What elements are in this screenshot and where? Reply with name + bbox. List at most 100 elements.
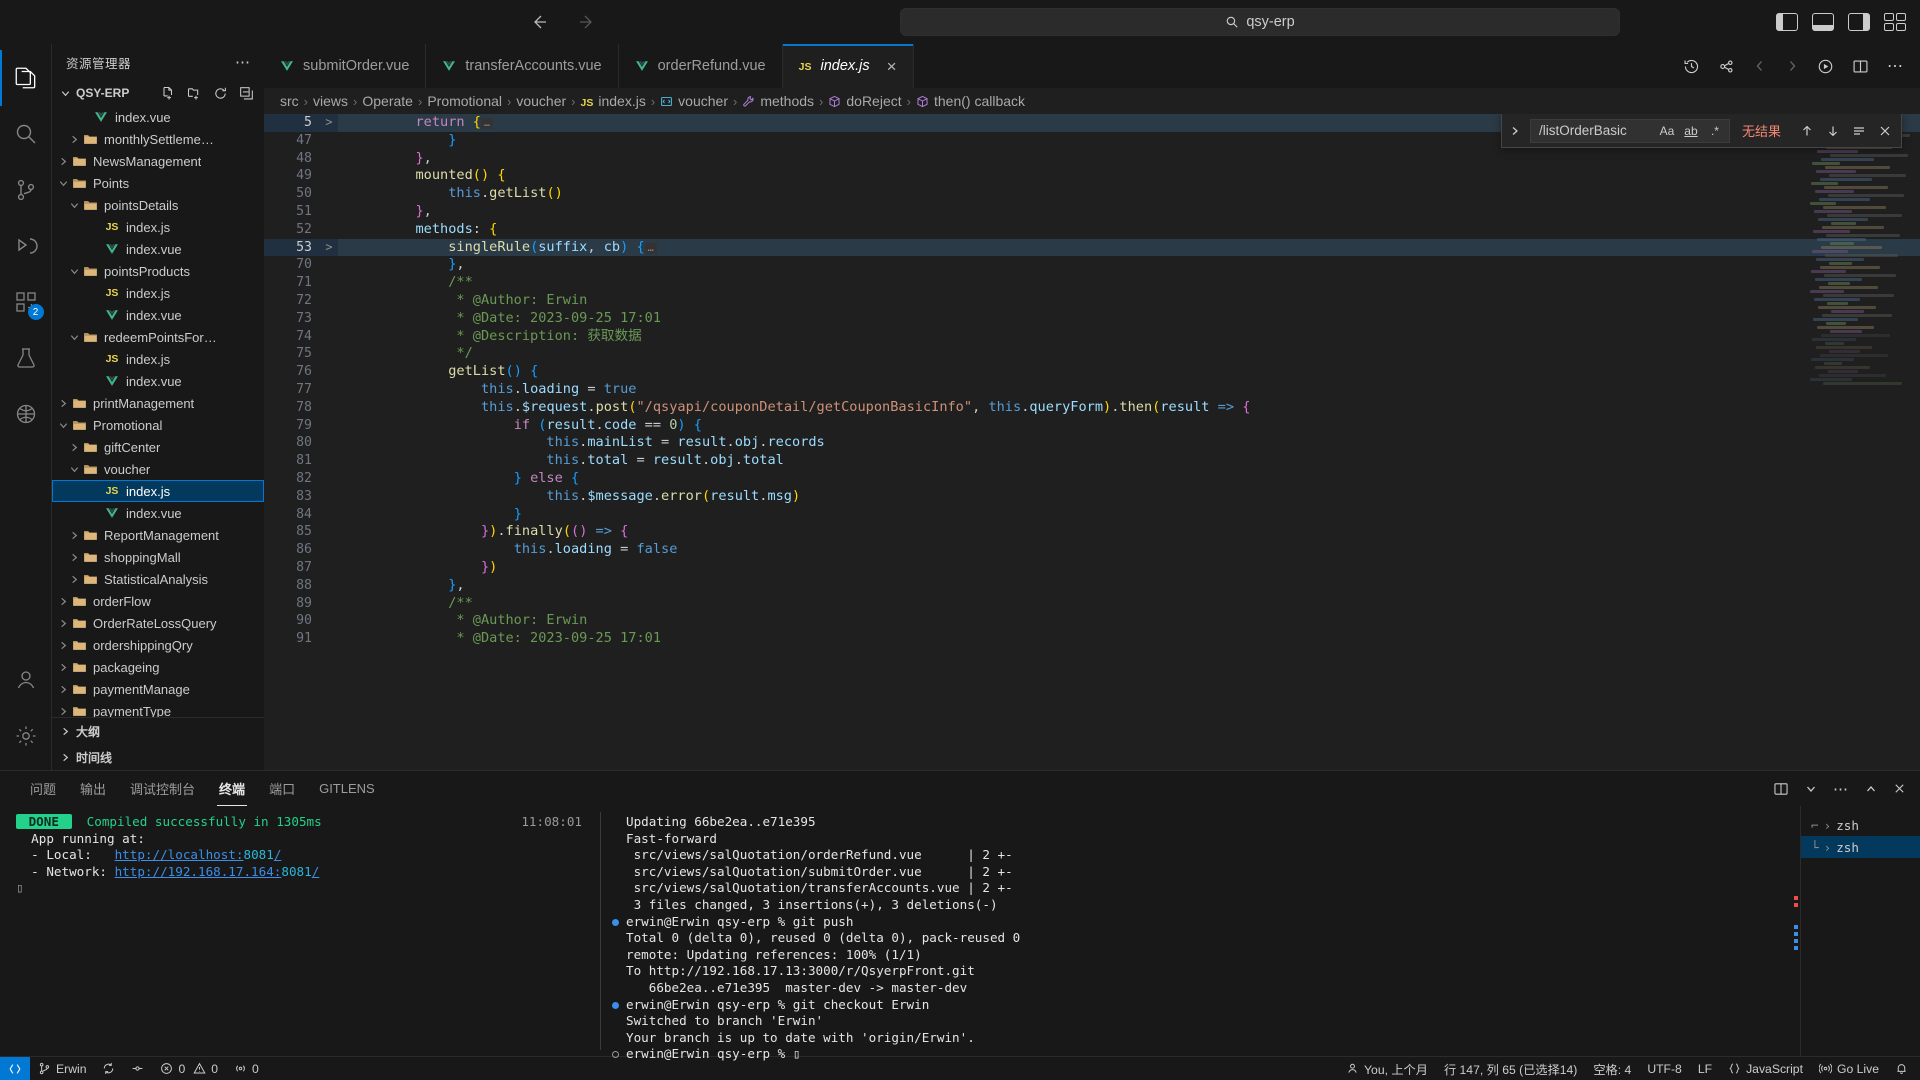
arrow-up-icon[interactable]: [1797, 121, 1817, 141]
command-center-search[interactable]: qsy-erp: [900, 8, 1620, 36]
file-tree-item[interactable]: printManagement: [52, 392, 264, 414]
code-line[interactable]: * @Date: 2023-09-25 17:01: [338, 630, 1920, 648]
activity-bar-item-remote-explorer[interactable]: [0, 386, 52, 442]
panel-tab[interactable]: 调试控制台: [118, 771, 207, 806]
terminal-tab-active[interactable]: └ › zsh: [1801, 836, 1920, 858]
code-line[interactable]: /**: [338, 274, 1920, 292]
file-tree-item[interactable]: StatisticalAnalysis: [52, 568, 264, 590]
editor-tab[interactable]: orderRefund.vue: [618, 44, 783, 88]
new-file-icon[interactable]: [161, 86, 176, 101]
new-folder-icon[interactable]: [187, 86, 202, 101]
toggle-replace-icon[interactable]: [1506, 125, 1524, 137]
code-line[interactable]: this.loading = false: [338, 541, 1920, 559]
file-tree-item-selected[interactable]: JS index.js: [52, 480, 264, 502]
breadcrumb[interactable]: src › views › Operate › Promotional › voucher › JS…: [264, 88, 1920, 114]
file-tree-item[interactable]: NewsManagement: [52, 150, 264, 172]
arrow-left-icon[interactable]: [526, 9, 552, 35]
status-problems[interactable]: 0 0: [152, 1057, 226, 1080]
file-tree-item[interactable]: index.vue: [52, 502, 264, 524]
split-editor-icon[interactable]: [1852, 58, 1869, 75]
regex-icon[interactable]: .*: [1705, 121, 1725, 141]
split-terminal-icon[interactable]: [1773, 781, 1789, 797]
activity-bar-item-explorer[interactable]: [0, 50, 52, 106]
close-icon[interactable]: [1893, 782, 1906, 795]
chevron-left-icon[interactable]: [1753, 59, 1767, 73]
code-line[interactable]: },: [338, 256, 1920, 274]
panel-tab[interactable]: 输出: [68, 771, 118, 806]
code-line[interactable]: this.loading = true: [338, 381, 1920, 399]
status-go-live[interactable]: Go Live: [1811, 1057, 1887, 1080]
fold-indicators[interactable]: > >: [320, 114, 338, 770]
close-icon[interactable]: [1875, 121, 1895, 141]
file-tree-item[interactable]: index.vue: [52, 304, 264, 326]
history-icon[interactable]: [1683, 58, 1700, 75]
play-circle-icon[interactable]: [1817, 58, 1834, 75]
chevron-down-icon[interactable]: [1805, 783, 1817, 795]
whole-word-icon[interactable]: ab: [1681, 121, 1701, 141]
file-tree[interactable]: index.vue monthlySettleme… NewsManagement P…: [52, 106, 264, 717]
file-tree-item[interactable]: JS index.js: [52, 216, 264, 238]
breadcrumb-item[interactable]: voucher: [516, 93, 566, 109]
status-branch[interactable]: Erwin: [30, 1057, 94, 1080]
file-tree-item[interactable]: JS index.js: [52, 282, 264, 304]
file-tree-item[interactable]: packageing: [52, 656, 264, 678]
file-tree-item[interactable]: redeemPointsFor…: [52, 326, 264, 348]
file-tree-item[interactable]: pointsProducts: [52, 260, 264, 282]
code-line[interactable]: } else {: [338, 470, 1920, 488]
command-decoration-icon[interactable]: [612, 918, 619, 926]
fold-toggle-icon[interactable]: >: [320, 238, 338, 257]
toggle-panel-icon[interactable]: [1812, 13, 1834, 31]
arrow-down-icon[interactable]: [1823, 121, 1843, 141]
collapse-all-icon[interactable]: [239, 86, 254, 101]
code-line[interactable]: if (result.code == 0) {: [338, 417, 1920, 435]
sidebar-section-outline[interactable]: 大纲: [52, 718, 264, 744]
activity-bar-item-source-control[interactable]: [0, 162, 52, 218]
breadcrumb-item[interactable]: then() callback: [916, 93, 1025, 109]
file-tree-item[interactable]: ordershippingQry: [52, 634, 264, 656]
find-input[interactable]: [1538, 123, 1653, 138]
editor-tabs[interactable]: submitOrder.vue transferAccounts.vue order…: [264, 44, 914, 88]
breadcrumb-item[interactable]: views: [313, 93, 348, 109]
find-widget[interactable]: Aa ab .* 无结果: [1500, 114, 1902, 148]
toggle-secondary-sidebar-icon[interactable]: [1848, 13, 1870, 31]
breadcrumb-item[interactable]: doReject: [828, 93, 902, 109]
code-line[interactable]: this.getList(): [338, 185, 1920, 203]
find-input-wrapper[interactable]: Aa ab .*: [1529, 118, 1730, 143]
file-tree-item[interactable]: orderFlow: [52, 590, 264, 612]
panel-tab[interactable]: 问题: [18, 771, 68, 806]
fold-toggle-icon[interactable]: >: [320, 114, 338, 132]
status-notifications[interactable]: [1887, 1057, 1920, 1080]
terminal-output-left[interactable]: 11:08:01 DONE Compiled successfully in 1…: [0, 806, 600, 1056]
code-line[interactable]: this.$message.error(result.msg): [338, 488, 1920, 506]
terminal-tab-list[interactable]: ⌐ › zsh └ › zsh: [1800, 806, 1920, 1056]
activity-bar-item-search[interactable]: [0, 106, 52, 162]
code-line[interactable]: * @Date: 2023-09-25 17:01: [338, 310, 1920, 328]
file-tree-item[interactable]: giftCenter: [52, 436, 264, 458]
file-tree-item[interactable]: JS index.js: [52, 348, 264, 370]
breadcrumb-item[interactable]: methods: [742, 93, 814, 109]
file-tree-item[interactable]: monthlySettleme…: [52, 128, 264, 150]
ellipsis-icon[interactable]: ⋯: [1833, 780, 1849, 798]
breadcrumb-item[interactable]: src: [280, 93, 299, 109]
code-line[interactable]: },: [338, 203, 1920, 221]
file-tree-item[interactable]: index.vue: [52, 238, 264, 260]
file-tree-item[interactable]: pointsDetails: [52, 194, 264, 216]
panel-tab[interactable]: GITLENS: [307, 771, 387, 806]
code-line[interactable]: * @Author: Erwin: [338, 612, 1920, 630]
file-tree-item[interactable]: index.vue: [52, 370, 264, 392]
breadcrumb-item[interactable]: Promotional: [427, 93, 502, 109]
code-line[interactable]: methods: {: [338, 221, 1920, 239]
status-sync[interactable]: [94, 1057, 123, 1080]
code-line[interactable]: this.mainList = result.obj.records: [338, 434, 1920, 452]
code-line[interactable]: * @Description: 获取数据: [338, 328, 1920, 346]
code-line[interactable]: }).finally(() => {: [338, 523, 1920, 541]
chevron-right-icon[interactable]: [1785, 59, 1799, 73]
project-root-row[interactable]: QSY-ERP: [52, 80, 264, 106]
ellipsis-icon[interactable]: ⋯: [1887, 56, 1904, 76]
file-tree-item[interactable]: ReportManagement: [52, 524, 264, 546]
gitlens-icon[interactable]: [1718, 58, 1735, 75]
breadcrumb-item[interactable]: JS index.js: [581, 93, 646, 109]
status-ports[interactable]: 0: [226, 1057, 267, 1080]
customize-layout-icon[interactable]: [1884, 13, 1906, 31]
breadcrumb-item[interactable]: voucher: [660, 93, 728, 109]
